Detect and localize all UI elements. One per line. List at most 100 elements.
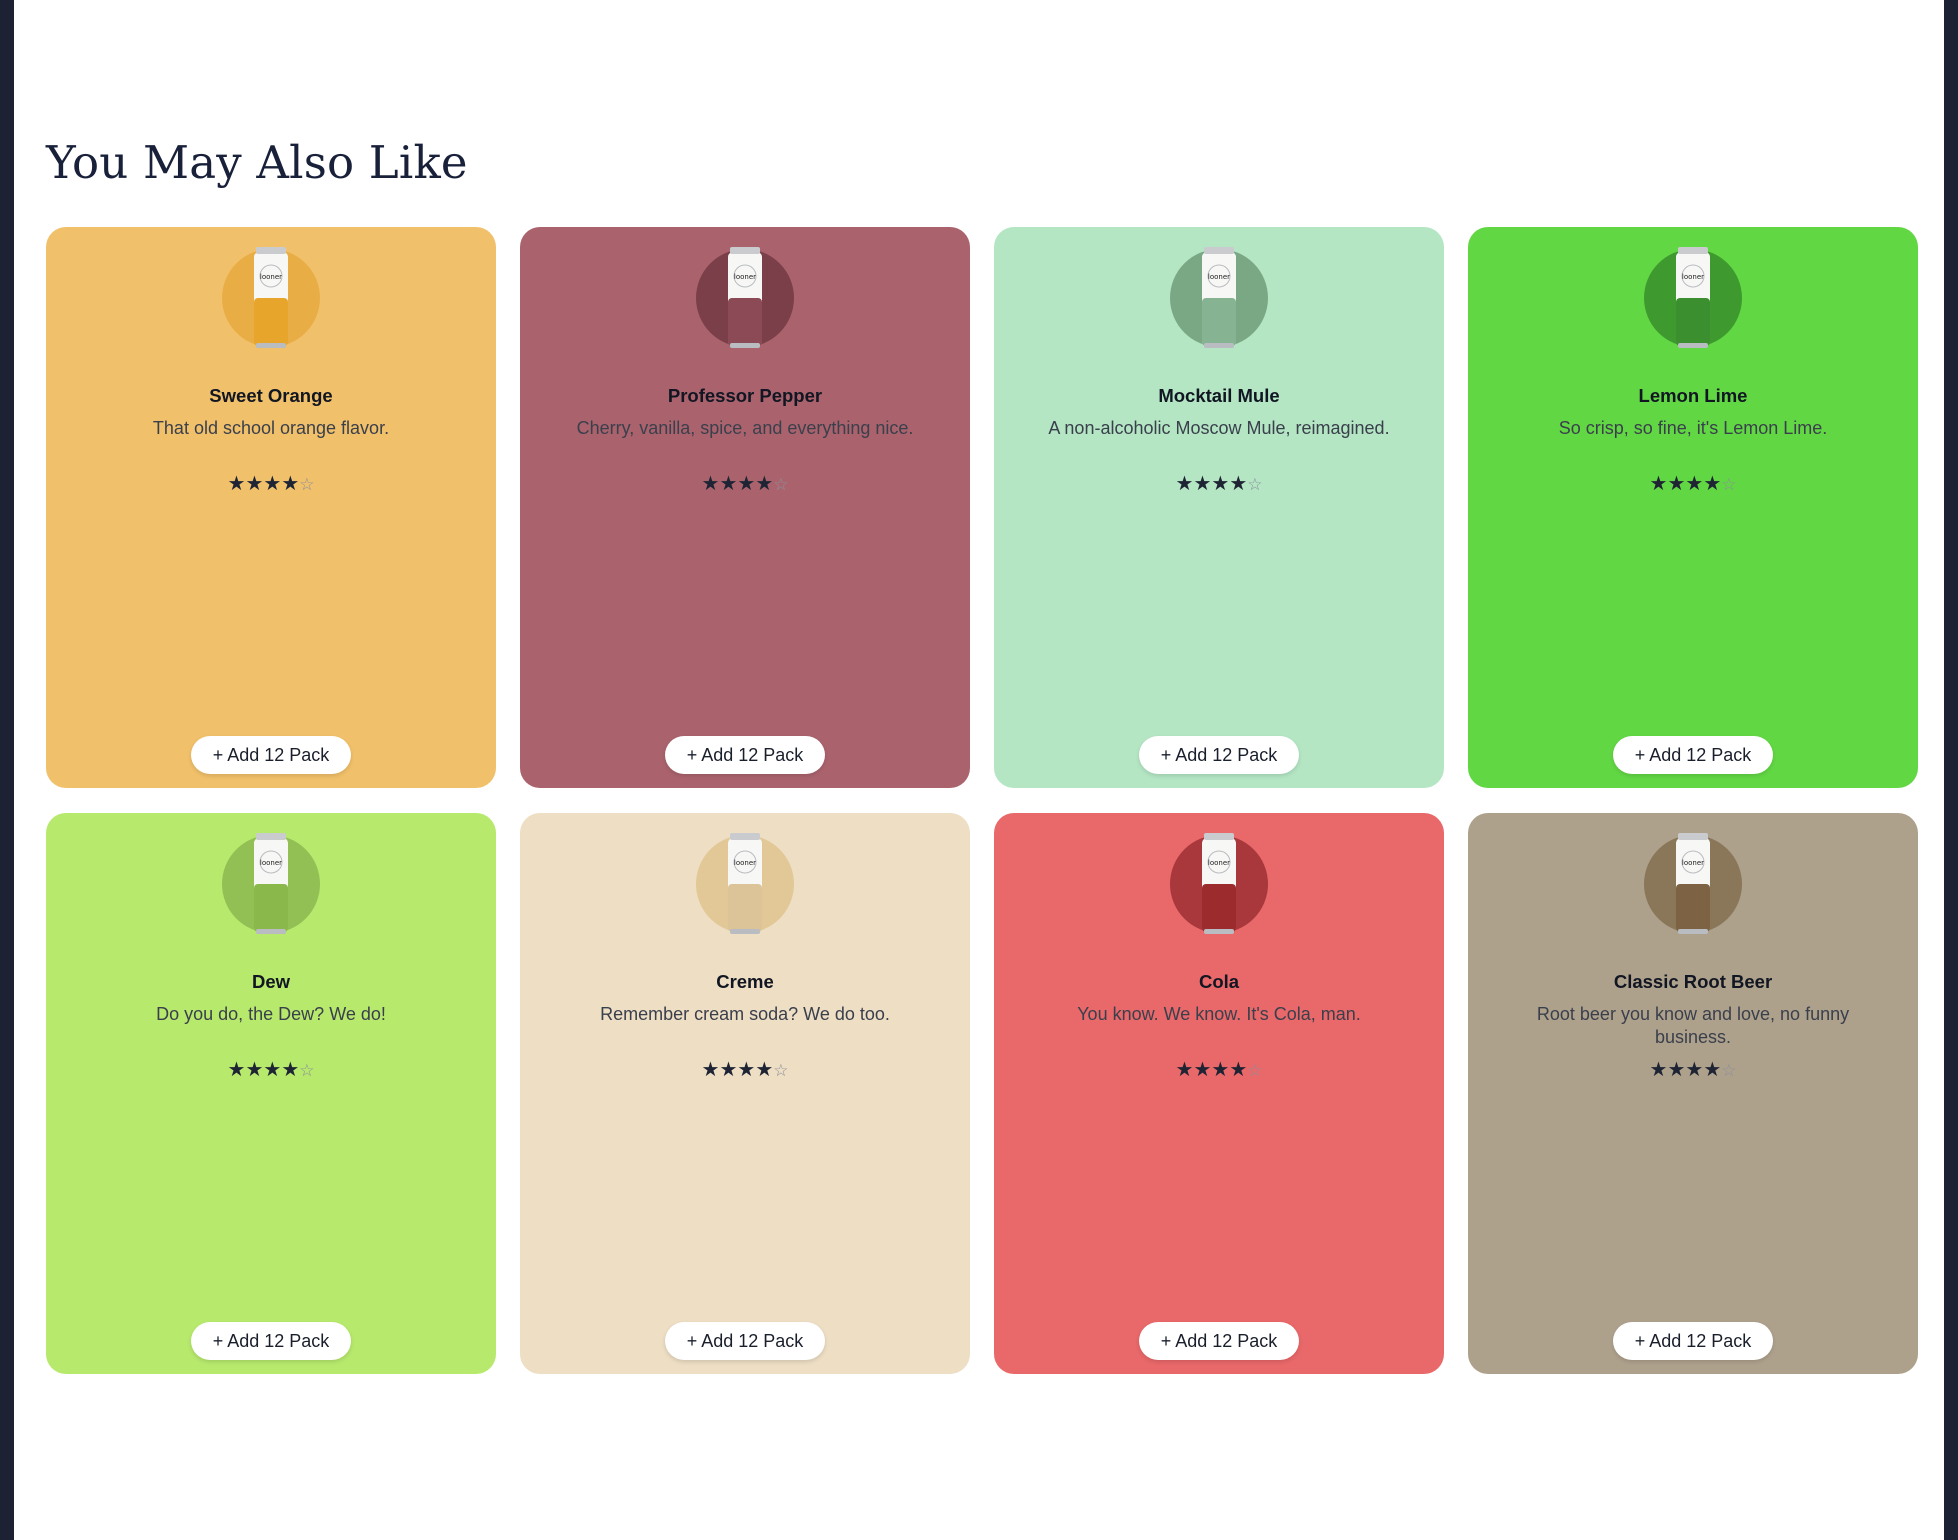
can-lid (730, 833, 760, 840)
can-brand-text: looner (734, 859, 756, 867)
star-empty-icon: ☆ (773, 475, 789, 495)
add-12-pack-button[interactable]: + Add 12 Pack (665, 736, 825, 774)
add-12-pack-button[interactable]: + Add 12 Pack (1139, 1322, 1299, 1360)
product-card[interactable]: looner Lemon Lime So crisp, so fine, it'… (1468, 227, 1918, 788)
can-brand-text: looner (260, 859, 282, 867)
add-12-pack-button[interactable]: + Add 12 Pack (191, 1322, 351, 1360)
can-base (1678, 343, 1708, 348)
product-card[interactable]: looner Classic Root Beer Root beer you k… (1468, 813, 1918, 1374)
star-filled-icon: ★ (1703, 471, 1722, 495)
can-brand-text: looner (1682, 273, 1704, 281)
add-12-pack-button[interactable]: + Add 12 Pack (1139, 736, 1299, 774)
add-12-pack-button[interactable]: + Add 12 Pack (191, 736, 351, 774)
can-flavor-band (254, 884, 288, 932)
can-image: looner (222, 247, 320, 348)
star-rating: ★★★★☆ (46, 1057, 496, 1081)
star-filled-icon: ★ (281, 1057, 300, 1081)
can-brand-text: looner (1682, 859, 1704, 867)
can-brand-text: looner (1208, 859, 1230, 867)
product-card[interactable]: looner Dew Do you do, the Dew? We do! ★★… (46, 813, 496, 1374)
can-icon: looner (1676, 247, 1710, 348)
product-description: A non-alcoholic Moscow Mule, reimagined. (1048, 418, 1390, 438)
can-base (256, 343, 286, 348)
product-grid: looner Sweet Orange That old school oran… (46, 227, 1920, 1374)
star-filled-icon: ★ (1667, 1057, 1686, 1081)
star-filled-icon: ★ (1193, 1057, 1212, 1081)
star-rating: ★★★★☆ (1468, 1057, 1918, 1081)
product-name[interactable]: Cola (994, 971, 1444, 993)
star-empty-icon: ☆ (773, 1061, 789, 1081)
star-empty-icon: ☆ (1721, 475, 1737, 495)
star-filled-icon: ★ (1649, 471, 1668, 495)
star-filled-icon: ★ (737, 471, 756, 495)
can-image: looner (696, 247, 794, 348)
can-base (256, 929, 286, 934)
star-filled-icon: ★ (1211, 1057, 1230, 1081)
can-flavor-band (728, 298, 762, 346)
add-12-pack-button[interactable]: + Add 12 Pack (665, 1322, 825, 1360)
product-description: You know. We know. It's Cola, man. (1077, 1004, 1361, 1024)
section-title: You May Also Like (46, 136, 468, 189)
product-card[interactable]: looner Sweet Orange That old school oran… (46, 227, 496, 788)
star-empty-icon: ☆ (1721, 1061, 1737, 1081)
star-filled-icon: ★ (1229, 1057, 1248, 1081)
can-flavor-band (1676, 298, 1710, 346)
can-icon: looner (1202, 247, 1236, 348)
can-lid (256, 833, 286, 840)
star-filled-icon: ★ (1649, 1057, 1668, 1081)
can-flavor-band (728, 884, 762, 932)
product-description: Root beer you know and love, no funny bu… (1536, 1004, 1850, 1047)
star-filled-icon: ★ (701, 471, 720, 495)
product-description: Remember cream soda? We do too. (600, 1004, 890, 1024)
star-empty-icon: ☆ (299, 475, 315, 495)
product-name[interactable]: Professor Pepper (520, 385, 970, 407)
can-icon: looner (728, 247, 762, 348)
can-brand-text: looner (734, 273, 756, 281)
star-filled-icon: ★ (1685, 1057, 1704, 1081)
can-base (730, 929, 760, 934)
can-lid (1678, 247, 1708, 254)
can-icon: looner (254, 833, 288, 934)
star-rating: ★★★★☆ (994, 471, 1444, 495)
product-name[interactable]: Sweet Orange (46, 385, 496, 407)
can-brand-text: looner (260, 273, 282, 281)
product-name[interactable]: Dew (46, 971, 496, 993)
star-filled-icon: ★ (719, 471, 738, 495)
star-rating: ★★★★☆ (46, 471, 496, 495)
add-12-pack-button[interactable]: + Add 12 Pack (1613, 736, 1773, 774)
product-name[interactable]: Classic Root Beer (1468, 971, 1918, 993)
can-image: looner (1170, 833, 1268, 934)
product-card[interactable]: looner Mocktail Mule A non-alcoholic Mos… (994, 227, 1444, 788)
product-card[interactable]: looner Professor Pepper Cherry, vanilla,… (520, 227, 970, 788)
can-lid (1204, 833, 1234, 840)
star-filled-icon: ★ (1175, 1057, 1194, 1081)
star-filled-icon: ★ (263, 471, 282, 495)
can-flavor-band (254, 298, 288, 346)
product-card[interactable]: looner Cola You know. We know. It's Cola… (994, 813, 1444, 1374)
star-filled-icon: ★ (719, 1057, 738, 1081)
can-image: looner (222, 833, 320, 934)
star-filled-icon: ★ (1211, 471, 1230, 495)
star-rating: ★★★★☆ (1468, 471, 1918, 495)
can-lid (1204, 247, 1234, 254)
page-frame: You May Also Like looner Sweet Orange Th… (14, 0, 1944, 1540)
star-filled-icon: ★ (245, 1057, 264, 1081)
star-filled-icon: ★ (1193, 471, 1212, 495)
can-base (1678, 929, 1708, 934)
product-name[interactable]: Creme (520, 971, 970, 993)
star-filled-icon: ★ (227, 1057, 246, 1081)
product-name[interactable]: Lemon Lime (1468, 385, 1918, 407)
add-12-pack-button[interactable]: + Add 12 Pack (1613, 1322, 1773, 1360)
can-image: looner (1644, 247, 1742, 348)
product-name[interactable]: Mocktail Mule (994, 385, 1444, 407)
product-card[interactable]: looner Creme Remember cream soda? We do … (520, 813, 970, 1374)
can-flavor-band (1202, 298, 1236, 346)
product-description: So crisp, so fine, it's Lemon Lime. (1558, 418, 1828, 438)
can-image: looner (1644, 833, 1742, 934)
star-filled-icon: ★ (737, 1057, 756, 1081)
can-image: looner (696, 833, 794, 934)
can-base (1204, 929, 1234, 934)
star-filled-icon: ★ (1175, 471, 1194, 495)
can-icon: looner (254, 247, 288, 348)
can-image: looner (1170, 247, 1268, 348)
